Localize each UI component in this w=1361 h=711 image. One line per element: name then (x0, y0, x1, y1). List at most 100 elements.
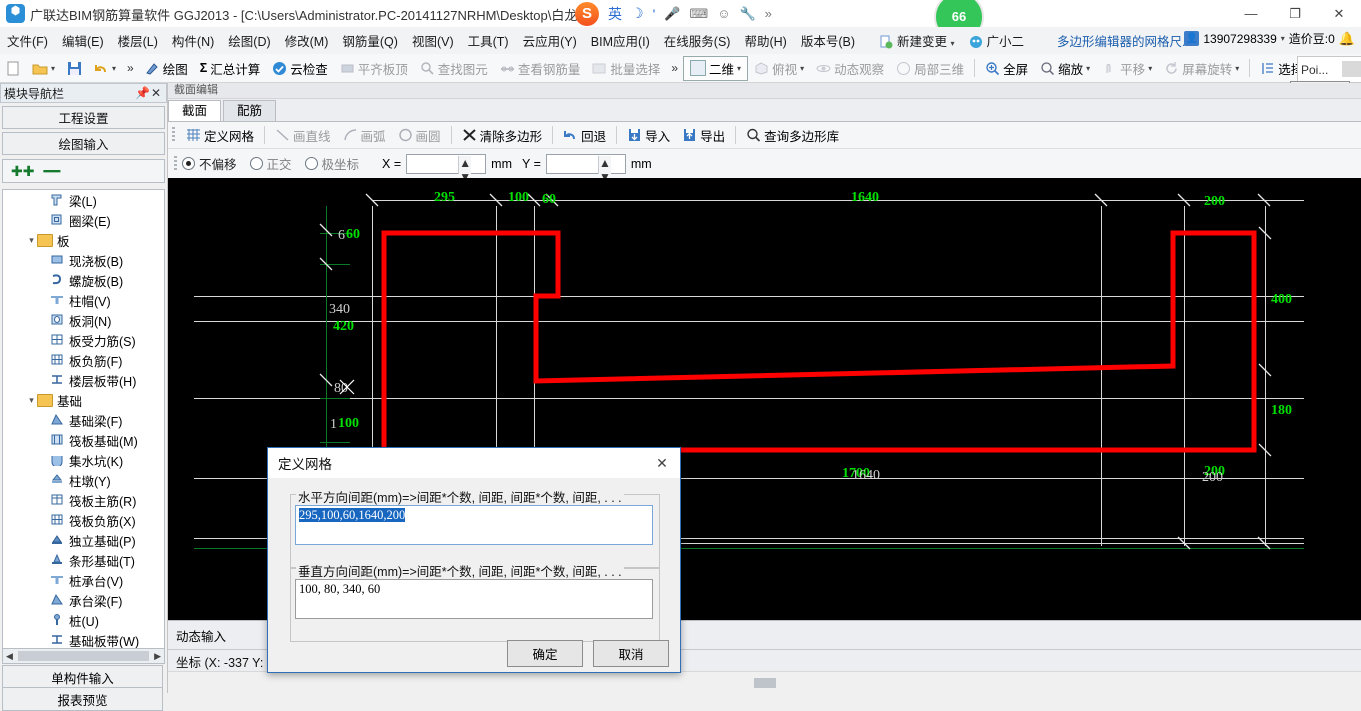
toolbar-overflow-icon[interactable]: » (122, 61, 139, 75)
new-file-button[interactable] (0, 59, 26, 78)
tree-item-pile[interactable]: 桩(U) (3, 610, 164, 630)
chevron-down-icon[interactable]: ▾ (1281, 34, 1285, 43)
tools-icon[interactable]: 🔧 (739, 6, 755, 22)
screen-rotate-button[interactable]: 屏幕旋转 ▾ (1158, 57, 1245, 80)
minimize-button[interactable]: — (1229, 0, 1273, 27)
y-input[interactable]: 0 ▲▼ (545, 153, 626, 184)
zoom-button[interactable]: 缩放 ▾ (1034, 57, 1096, 80)
save-button[interactable] (61, 59, 88, 78)
grid-size-link[interactable]: 多边形编辑器的网格尺.. (1057, 31, 1189, 50)
sogou-icon[interactable]: S (575, 1, 599, 26)
new-change-button[interactable]: 新建变更 ▾ (872, 28, 962, 53)
radio-no-offset[interactable]: 不偏移 (182, 154, 237, 173)
tree-horizontal-scrollbar[interactable]: ◀ ▶ (2, 648, 165, 664)
clear-polygon-button[interactable]: 清除多边形 (456, 124, 549, 147)
define-grid-button[interactable]: 定义网格 (180, 124, 260, 147)
ime-toolbar[interactable]: S 英 ☽ ' 🎤 ⌨ ☺ 🔧 » (575, 0, 772, 27)
tree-item-slab-negative[interactable]: 板负筋(F) (3, 350, 164, 370)
chevron-down-icon[interactable]: ▾ (1148, 64, 1152, 73)
user-phone[interactable]: 13907298339 (1203, 32, 1276, 46)
align-slab-button[interactable]: 平齐板顶 (334, 57, 414, 80)
find-element-button[interactable]: 查找图元 (414, 57, 494, 80)
x-stepper[interactable]: ▲ ▼ (458, 155, 472, 184)
view-rebar-button[interactable]: 查看钢筋量 (494, 57, 587, 80)
ime-mode-icon[interactable]: 英 (608, 4, 622, 24)
scroll-right-icon[interactable]: ▶ (151, 651, 164, 662)
menu-item-component[interactable]: 构件(N) (165, 28, 221, 53)
open-file-button[interactable]: ▾ (26, 59, 61, 78)
local-3d-button[interactable]: 局部三维 (890, 57, 970, 80)
maximize-button[interactable]: ❐ (1273, 0, 1317, 27)
scroll-thumb[interactable] (753, 678, 776, 688)
chevron-down-icon[interactable]: ▾ (51, 64, 55, 73)
menu-item-help[interactable]: 帮助(H) (737, 28, 793, 53)
orbit-button[interactable]: 动态观察 (810, 57, 890, 80)
query-polygon-library-button[interactable]: 查询多边形库 (740, 124, 845, 147)
horizontal-spacing-input[interactable]: 295,100,60,1640,200 (295, 505, 653, 545)
tree-item-slab-rebar[interactable]: 板受力筋(S) (3, 330, 164, 350)
y-stepper[interactable]: ▲ ▼ (597, 155, 611, 184)
chevron-down-icon[interactable]: ▾ (800, 64, 804, 73)
tab-section[interactable]: 截面 (168, 100, 222, 121)
scroll-thumb[interactable] (17, 651, 150, 661)
tree-item-cap-beam[interactable]: 承台梁(F) (3, 590, 164, 610)
user-avatar-icon[interactable]: 👤 (1184, 31, 1200, 46)
top-view-button[interactable]: 俯视 ▾ (748, 57, 810, 80)
draw-arc-button[interactable]: 画弧 (337, 124, 392, 147)
menu-item-version[interactable]: 版本号(B) (794, 28, 862, 53)
radio-polar-icon[interactable] (304, 157, 318, 170)
tree-folder-foundation[interactable]: ▾ 基础 (3, 390, 164, 410)
tree-item-ring-beam[interactable]: 圈梁(E) (3, 210, 164, 230)
tree-item-strip-foundation[interactable]: 条形基础(T) (3, 550, 164, 570)
menu-item-file[interactable]: 文件(F) (0, 28, 55, 53)
punctuation-icon[interactable]: ' (653, 6, 656, 22)
x-input[interactable]: 0 ▲▼ (406, 153, 487, 184)
summary-calc-button[interactable]: Σ 汇总计算 (194, 57, 267, 80)
tree-item-spiral-slab[interactable]: 螺旋板(B) (3, 270, 164, 290)
ime-more-icon[interactable]: » (765, 6, 772, 21)
sidebar-button-single-component[interactable]: 单构件输入 (2, 665, 163, 689)
vertical-spacing-input[interactable]: 100, 80, 340, 60 (295, 579, 653, 619)
draw-button[interactable]: 绘图 (139, 57, 194, 80)
stepper-up-icon[interactable]: ▲ (459, 156, 471, 170)
menu-item-floor[interactable]: 楼层(L) (111, 28, 165, 53)
horizontal-scrollbar[interactable] (168, 671, 1361, 694)
draw-circle-button[interactable]: 画圆 (392, 124, 447, 147)
tree-item-slab-hole[interactable]: 板洞(N) (3, 310, 164, 330)
stepper-up-icon[interactable]: ▲ (599, 156, 611, 170)
undo-button[interactable]: ▾ (88, 59, 122, 78)
tree-item-floor-band[interactable]: 楼层板带(H) (3, 370, 164, 390)
menu-item-draw[interactable]: 绘图(D) (221, 28, 277, 53)
tree-item-foundation-band[interactable]: 基础板带(W) (3, 630, 164, 649)
mic-icon[interactable]: 🎤 (664, 6, 680, 22)
dynamic-input-label[interactable]: 动态输入 (176, 626, 226, 645)
tree-item-raft-foundation[interactable]: 筏板基础(M) (3, 430, 164, 450)
tree-item-cast-slab[interactable]: 现浇板(B) (3, 250, 164, 270)
chevron-down-icon[interactable]: ▾ (1086, 64, 1090, 73)
poi-tooltip[interactable]: Poi... (1297, 56, 1361, 83)
chevron-down-icon[interactable]: ▾ (1235, 64, 1239, 73)
remove-icon[interactable]: ━━ (43, 163, 60, 180)
menu-item-cloud[interactable]: 云应用(Y) (516, 28, 584, 53)
chevron-down-icon[interactable]: ▾ (26, 395, 37, 406)
view-2d-button[interactable]: 二维 ▾ (683, 55, 749, 81)
moon-icon[interactable]: ☽ (631, 5, 644, 22)
menu-item-modify[interactable]: 修改(M) (278, 28, 336, 53)
close-icon[interactable]: ✕ (149, 86, 163, 100)
radio-orthogonal-icon[interactable] (249, 157, 263, 170)
toolbar-grip[interactable] (172, 127, 175, 143)
component-tree[interactable]: 梁(L) 圈梁(E) ▾ 板 现浇板(B) 螺旋板(B) 柱帽(V) 板洞(N) … (2, 189, 165, 650)
tree-folder-slab[interactable]: ▾ 板 (3, 230, 164, 250)
assistant-button[interactable]: 广小二 (962, 28, 1032, 53)
emoji-icon[interactable]: ☺ (717, 6, 730, 21)
dialog-ok-button[interactable]: 确定 (507, 640, 583, 667)
tree-item-isolated-foundation[interactable]: 独立基础(P) (3, 530, 164, 550)
offset-toolbar-grip[interactable] (174, 155, 177, 172)
import-button[interactable]: 导入 (621, 124, 676, 147)
cloud-check-button[interactable]: 云检查 (266, 57, 334, 80)
menu-item-rebar[interactable]: 钢筋量(Q) (335, 28, 405, 53)
menu-item-edit[interactable]: 编辑(E) (55, 28, 111, 53)
radio-no-offset-icon[interactable] (182, 157, 195, 170)
scroll-left-icon[interactable]: ◀ (3, 651, 16, 662)
batch-select-button[interactable]: 批量选择 (586, 57, 666, 80)
